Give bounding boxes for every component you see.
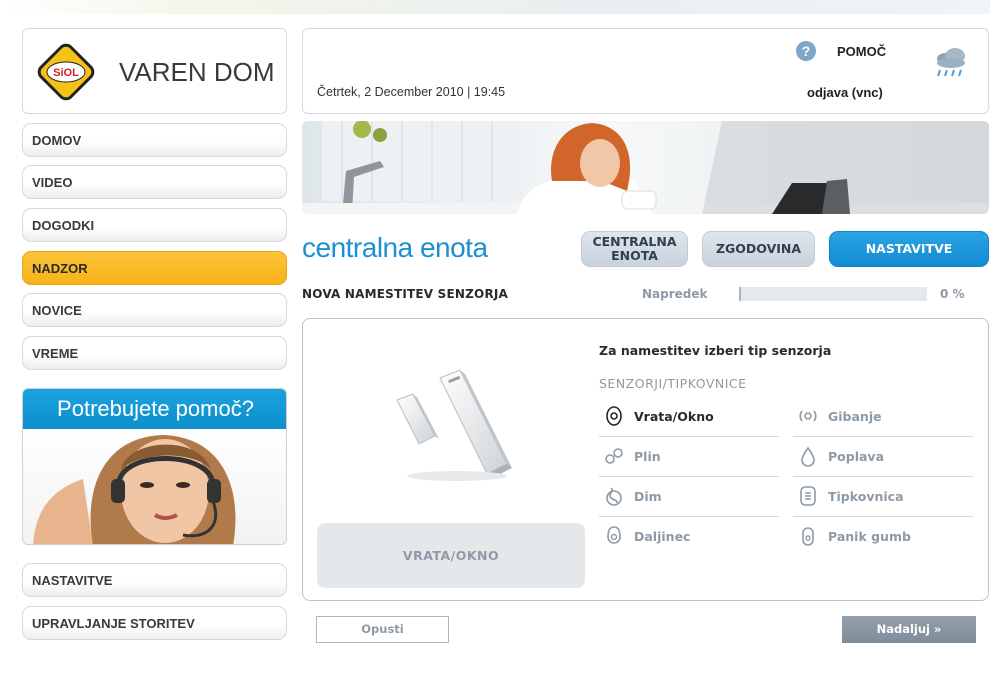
help-icon[interactable]: ? [796, 41, 816, 61]
sidebar-item-vreme[interactable]: VREME [22, 336, 287, 370]
sidebar-item-dogodki[interactable]: DOGODKI [22, 208, 287, 242]
hero-kitchen-image [302, 121, 989, 214]
option-plin[interactable]: Plin [599, 439, 779, 477]
door-window-sensor-image [396, 369, 512, 481]
remote-control-icon [607, 526, 621, 544]
selected-sensor-caption: VRATA/OKNO [317, 523, 585, 588]
option-poplava[interactable]: Poplava [793, 439, 973, 477]
door-window-sensor-icon [606, 406, 622, 426]
current-datetime: Četrtek, 2 December 2010 | 19:45 [317, 85, 506, 99]
header-info: Četrtek, 2 December 2010 | 19:45 ? POMOČ… [302, 28, 989, 114]
top-decorative-strip [0, 0, 990, 14]
option-label: Plin [634, 449, 661, 464]
option-label: Poplava [828, 449, 884, 464]
option-label: Vrata/Okno [634, 409, 714, 424]
help-link[interactable]: POMOČ [837, 44, 886, 59]
flood-sensor-icon [801, 446, 815, 467]
rain-cloud-icon [937, 48, 965, 77]
panic-button-icon [802, 527, 814, 546]
option-tipkovnica[interactable]: Tipkovnica [793, 479, 973, 517]
sidebar-item-nadzor[interactable]: NADZOR [22, 251, 287, 285]
sensor-setup-panel: VRATA/OKNO Za namestitev izberi tip senz… [302, 318, 989, 601]
sidebar-item-upravljanje-storitev[interactable]: UPRAVLJANJE STORITEV [22, 606, 287, 640]
sidebar-item-domov[interactable]: DOMOV [22, 123, 287, 157]
progress-label: Napredek [642, 287, 708, 301]
motion-sensor-icon [799, 410, 817, 422]
next-button[interactable]: Nadaljuj » [842, 616, 976, 643]
option-daljinec[interactable]: Daljinec [599, 519, 779, 557]
support-agent-image [23, 429, 286, 544]
option-label: Daljinec [634, 529, 691, 544]
progress-value: 0 % [940, 287, 965, 301]
keypad-icon [800, 486, 816, 506]
option-vrata-okno[interactable]: Vrata/Okno [599, 399, 779, 437]
option-label: Panik gumb [828, 529, 911, 544]
tab-nastavitve[interactable]: NASTAVITVE [829, 231, 989, 267]
instruction-text: Za namestitev izberi tip senzorja [599, 343, 832, 358]
help-banner[interactable]: Potrebujete pomoč? [22, 388, 287, 545]
help-banner-title: Potrebujete pomoč? [23, 389, 286, 429]
smoke-sensor-icon [606, 487, 622, 506]
option-gibanje[interactable]: Gibanje [793, 399, 973, 437]
logo-box[interactable]: SiOL VAREN DOM [22, 28, 287, 114]
siol-logo: SiOL [37, 43, 95, 101]
section-title: NOVA NAMESTITEV SENZORJA [302, 287, 509, 301]
progress-bar [739, 287, 927, 301]
sidebar-item-novice[interactable]: NOVICE [22, 293, 287, 327]
option-label: Tipkovnica [828, 489, 904, 504]
brand-name: VAREN DOM [119, 57, 275, 87]
gas-sensor-icon [605, 448, 623, 464]
tab-zgodovina[interactable]: ZGODOVINA [702, 231, 815, 267]
logout-link[interactable]: odjava (vnc) [807, 85, 883, 100]
svg-text:SiOL: SiOL [53, 67, 79, 79]
cancel-button[interactable]: Opusti [316, 616, 449, 643]
option-dim[interactable]: Dim [599, 479, 779, 517]
tab-label-line2: ENOTA [611, 248, 658, 263]
option-label: Dim [634, 489, 662, 504]
option-label: Gibanje [828, 409, 882, 424]
tab-label-line1: CENTRALNA [592, 234, 677, 249]
sidebar-item-video[interactable]: VIDEO [22, 165, 287, 199]
page-title: centralna enota [302, 232, 488, 263]
option-panik-gumb[interactable]: Panik gumb [793, 519, 973, 557]
category-heading: SENZORJI/TIPKOVNICE [599, 376, 747, 391]
tab-centralna-enota[interactable]: CENTRALNA ENOTA [581, 231, 688, 267]
sidebar-item-nastavitve[interactable]: NASTAVITVE [22, 563, 287, 597]
